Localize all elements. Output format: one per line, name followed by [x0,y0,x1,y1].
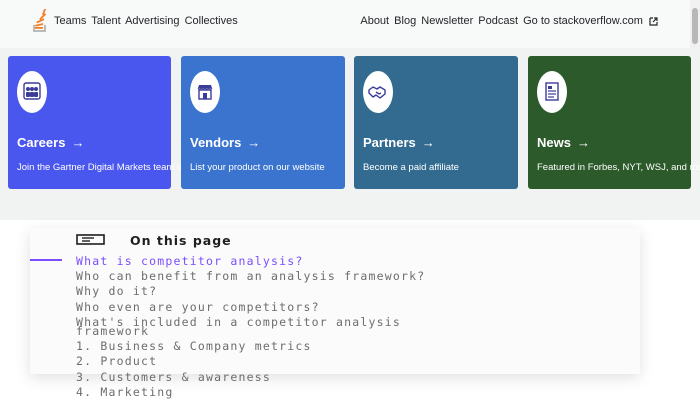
toc-item-who-can-benefit[interactable]: Who can benefit from an analysis framewo… [76,270,425,282]
toc-item-competitors[interactable]: Who even are your competitors? [76,301,320,313]
handshake-icon [363,71,393,113]
top-nav-links: About Blog Newsletter Podcast Go to stac… [358,15,658,27]
toc-item-customers[interactable]: 3. Customers & awareness [76,371,271,383]
link-advertising[interactable]: Advertising [125,15,179,27]
link-go-to-stackoverflow[interactable]: Go to stackoverflow.com [523,15,643,27]
link-newsletter[interactable]: Newsletter [421,15,473,27]
card-description: Featured in Forbes, NYT, WSJ, and more [537,162,700,173]
card-careers[interactable]: Careers → Join the Gartner Digital Market… [8,56,213,189]
toc-item-business-metrics[interactable]: 1. Business & Company metrics [76,340,312,352]
toc-item-why-do-it[interactable]: Why do it? [76,285,157,297]
scrollbar-thumb[interactable] [692,8,698,44]
card-title: Partners → [363,135,435,150]
promo-cards-section: Careers → Join the Gartner Digital Market… [0,48,700,220]
people-icon [17,71,47,113]
card-description: Become a paid affiliate [363,162,459,173]
toc-item-product[interactable]: 2. Product [76,355,157,367]
brand-links: Teams Talent Advertising Collectives [54,15,240,27]
toc-active-indicator [30,259,62,261]
card-vendors[interactable]: Vendors → List your product on our websit… [181,56,345,189]
toc-item-whats-included-cont[interactable]: framework [76,325,149,337]
link-talent[interactable]: Talent [91,15,120,27]
card-title: News → [537,135,590,150]
external-link-icon [649,17,658,26]
stack-overflow-logo-icon[interactable] [31,9,49,35]
link-about[interactable]: About [360,15,389,27]
document-icon [537,71,567,113]
card-news[interactable]: News → Featured in Forbes, NYT, WSJ, and … [528,56,700,189]
card-title: Careers → [17,135,85,150]
link-blog[interactable]: Blog [394,15,416,27]
card-description: List your product on our website [190,162,325,173]
storefront-icon [190,71,220,113]
top-navigation-bar: Teams Talent Advertising Collectives Abo… [0,0,700,48]
link-podcast[interactable]: Podcast [478,15,518,27]
toc-heading: On this page [130,233,232,248]
card-partners[interactable]: Partners → Become a paid affiliate [354,56,518,189]
link-collectives[interactable]: Collectives [185,15,238,27]
toc-item-what-is[interactable]: What is competitor analysis? [76,255,303,267]
card-title: Vendors → [190,135,261,150]
link-teams[interactable]: Teams [54,15,86,27]
list-box-icon [76,234,105,245]
toc-item-marketing[interactable]: 4. Marketing [76,386,173,398]
